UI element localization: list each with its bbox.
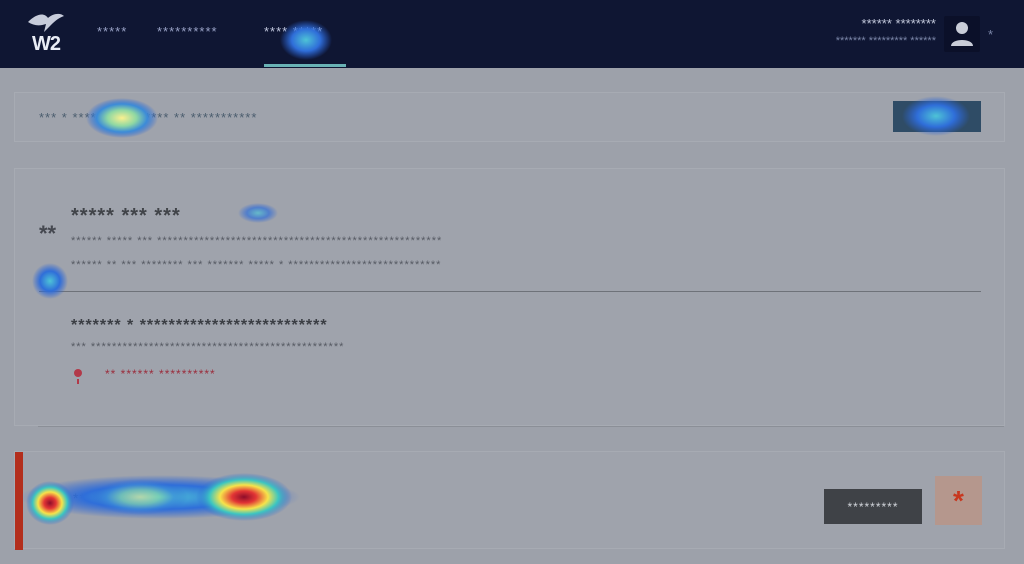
top-navigation-bar: W2 ***** ********** **** ***** ****** **…: [0, 0, 1024, 68]
user-menu-caret[interactable]: *: [988, 27, 993, 42]
section-description-2: ****** ** *** ******** *** ******* *****…: [71, 259, 442, 271]
user-name: ****** ********: [861, 16, 936, 31]
card-bottom-divider: [38, 426, 1004, 427]
section-divider: [39, 291, 981, 292]
error-message-row: ** ****** **********: [71, 367, 471, 387]
secondary-action-button[interactable]: *********: [824, 489, 922, 524]
eagle-icon: [28, 13, 64, 32]
subsection-title: ******* * **************************: [71, 317, 328, 334]
side-link[interactable]: ***: [39, 275, 54, 290]
user-info[interactable]: ****** ******** ******* ********* ******: [836, 16, 936, 47]
breadcrumb-card: *** * **************** ** ***********: [14, 92, 1005, 142]
brand-logo-text: W2: [32, 33, 61, 55]
action-card: ***** ***** ********* **** ********* *: [14, 451, 1005, 550]
nav-item-1[interactable]: *****: [97, 24, 127, 39]
brand-logo[interactable]: W2: [22, 10, 70, 58]
breadcrumb-action-button[interactable]: [893, 101, 981, 132]
section-title: ***** *** ***: [71, 205, 181, 227]
form-section-card: ** ***** *** *** ****** ***** *** ******…: [14, 168, 1005, 426]
action-accent-bar: [15, 452, 23, 550]
avatar[interactable]: [944, 16, 980, 52]
action-message[interactable]: ***** ***** ********* ****: [73, 490, 236, 506]
user-subtitle: ******* ********* ******: [835, 35, 936, 47]
step-number: **: [39, 221, 57, 246]
app-root: W2 ***** ********** **** ***** ****** **…: [0, 0, 1024, 564]
breadcrumb[interactable]: *** * **************** ** ***********: [39, 110, 257, 125]
section-description-1: ****** ***** *** ***********************…: [71, 235, 443, 247]
user-icon: [951, 22, 973, 46]
active-tab-indicator: [264, 64, 346, 67]
error-message[interactable]: ** ****** **********: [105, 367, 216, 381]
nav-item-2[interactable]: **********: [157, 24, 218, 39]
error-icon-tick: [77, 379, 79, 384]
nav-item-3-active[interactable]: **** *****: [264, 24, 323, 39]
asterisk-action-button[interactable]: *: [935, 476, 982, 525]
error-icon: [74, 369, 82, 377]
subsection-description: *** ************************************…: [71, 341, 345, 353]
